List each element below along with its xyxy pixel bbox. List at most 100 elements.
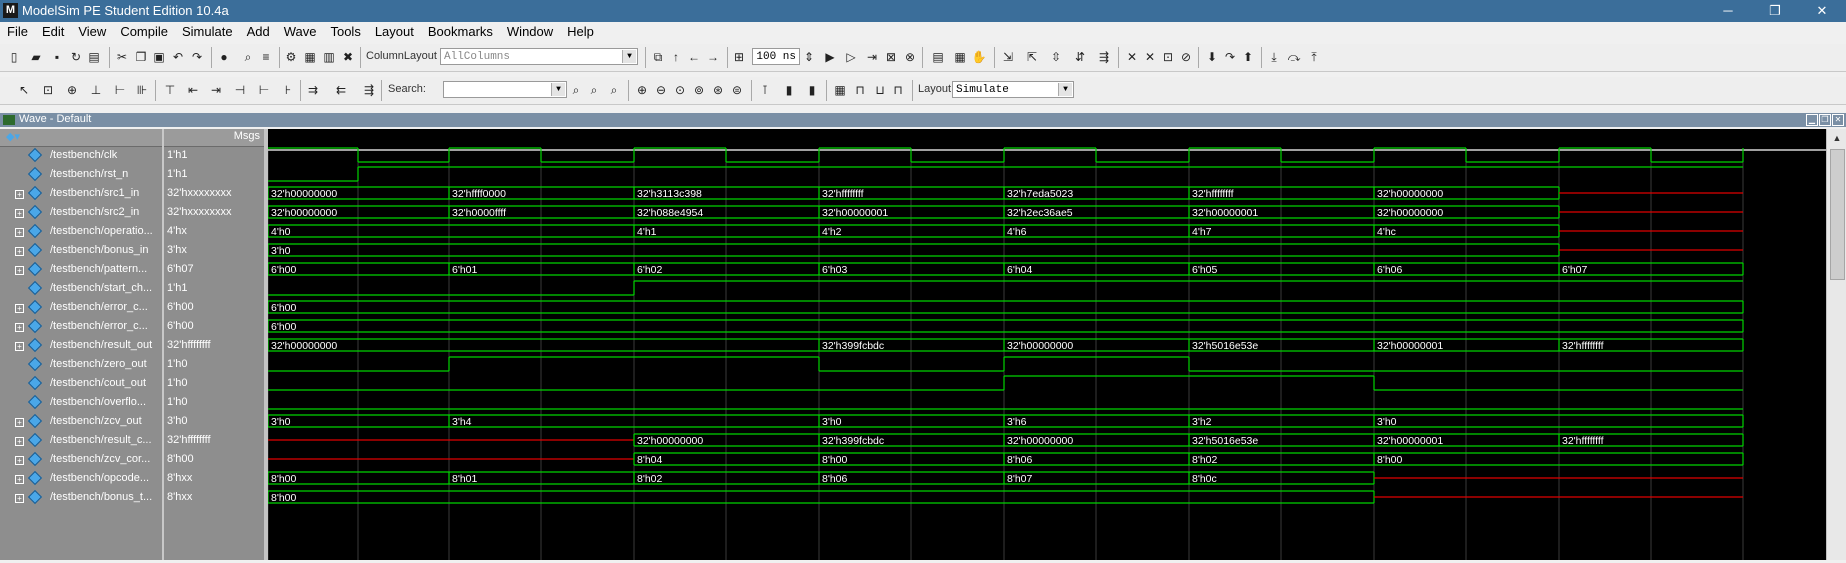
edge-prev-icon[interactable]: ⇤ (185, 82, 201, 98)
zoom-full-icon[interactable]: ⊙ (672, 82, 688, 98)
layout-select[interactable]: Simulate ▼ (952, 81, 1074, 98)
close-button[interactable]: ✕ (1802, 2, 1842, 20)
format-icon[interactable]: ▦ (832, 82, 848, 98)
edit-mode-icon[interactable]: ⊥ (88, 82, 104, 98)
expand-signal-icon[interactable]: + (15, 494, 24, 503)
expand-signal-icon[interactable]: + (15, 456, 24, 465)
break-icon[interactable]: ✖ (340, 49, 356, 65)
menu-help[interactable]: Help (560, 22, 601, 39)
expand-signal-icon[interactable]: + (15, 323, 24, 332)
signal-value-row[interactable]: 32'hxxxxxxxx (164, 204, 266, 223)
menu-tools[interactable]: Tools (323, 22, 367, 39)
signal-row[interactable]: + /testbench/zcv_cor... (0, 451, 162, 470)
zoom-out-icon[interactable]: ⊖ (653, 82, 669, 98)
step-over-icon[interactable]: ⇱ (1024, 49, 1040, 65)
signal-prev-icon[interactable]: ⊺ (757, 82, 773, 98)
signal-value-row[interactable]: 1'h1 (164, 147, 266, 166)
signal-value-row[interactable]: 1'h0 (164, 375, 266, 394)
search-icon[interactable]: ⌕ (568, 82, 584, 98)
signal-value-row[interactable]: 6'h07 (164, 261, 266, 280)
zoom-range-icon[interactable]: ⊜ (729, 82, 745, 98)
wave-undock-icon[interactable]: ❐ (1819, 114, 1831, 126)
maximize-button[interactable]: ❐ (1755, 2, 1795, 20)
expand-signal-icon[interactable]: + (15, 228, 24, 237)
signal-row[interactable]: + /testbench/src1_in (0, 185, 162, 204)
chevron-down-icon[interactable]: ▼ (551, 83, 565, 96)
signal-next-icon[interactable]: ▮ (804, 82, 820, 98)
spinner-icon[interactable]: ⇕ (801, 49, 817, 65)
chevron-down-icon[interactable]: ▼ (622, 50, 636, 63)
search-input[interactable]: ▼ (443, 81, 567, 98)
stop-wave-icon[interactable]: ⊪ (134, 82, 150, 98)
expand-signal-icon[interactable]: + (15, 418, 24, 427)
signal-row[interactable]: /testbench/rst_n (0, 166, 162, 185)
paste-icon[interactable]: ▣ (151, 49, 167, 65)
signal-row[interactable]: + /testbench/src2_in (0, 204, 162, 223)
signal-row[interactable]: /testbench/cout_out (0, 375, 162, 394)
menu-window[interactable]: Window (500, 22, 560, 39)
signal-value-row[interactable]: 32'hffffffff (164, 432, 266, 451)
signal-row[interactable]: /testbench/zero_out (0, 356, 162, 375)
modelsim-app-icon[interactable]: M (3, 3, 18, 18)
find-icon[interactable]: ⌕ (240, 49, 256, 65)
edge-next-icon[interactable]: ⇥ (208, 82, 224, 98)
signal-row[interactable]: + /testbench/result_out (0, 337, 162, 356)
step-icon[interactable]: ⇲ (1000, 49, 1016, 65)
signal-value-row[interactable]: 8'hxx (164, 470, 266, 489)
signal-value-row[interactable]: 1'h0 (164, 356, 266, 375)
scrollbar-thumb[interactable] (1830, 149, 1845, 280)
compile-all-icon[interactable]: ▦ (302, 49, 318, 65)
run-length-icon[interactable]: ⊞ (731, 49, 747, 65)
step-into-icon[interactable]: ⬇ (1204, 49, 1220, 65)
expand-signal-icon[interactable]: + (15, 266, 24, 275)
copy-icon[interactable]: ❐ (133, 49, 149, 65)
signal-value-row[interactable]: 6'h00 (164, 299, 266, 318)
collapse-icon[interactable]: ≡ (258, 49, 274, 65)
simulate-icon[interactable]: ▥ (321, 49, 337, 65)
menu-layout[interactable]: Layout (368, 22, 421, 39)
signal-row[interactable]: + /testbench/opcode... (0, 470, 162, 489)
insert-cursor-icon[interactable]: ⊤ (162, 82, 178, 98)
zoom-mode-icon[interactable]: ⊡ (40, 82, 56, 98)
delete-all-icon[interactable]: ✕ (1142, 49, 1158, 65)
compile-icon[interactable]: ⚙ (283, 49, 299, 65)
signal-row[interactable]: + /testbench/pattern... (0, 261, 162, 280)
continue-icon[interactable]: ▷ (843, 49, 859, 65)
expand-signal-icon[interactable]: + (15, 475, 24, 484)
clear-icon[interactable]: ⊡ (1160, 49, 1176, 65)
signal-value-row[interactable]: 4'hx (164, 223, 266, 242)
menu-wave[interactable]: Wave (277, 22, 324, 39)
signal-value-row[interactable]: 8'h00 (164, 451, 266, 470)
signal-row[interactable]: /testbench/overflo... (0, 394, 162, 413)
print-icon[interactable]: ▤ (86, 49, 102, 65)
open-folder-icon[interactable]: ▰ (28, 49, 44, 65)
dataflow-mode-icon[interactable]: ⊢ (112, 82, 128, 98)
signal-value-row[interactable]: 1'h1 (164, 280, 266, 299)
signal-value-row[interactable]: 1'h1 (164, 166, 266, 185)
scroll-up-icon[interactable]: ▲ (1831, 133, 1843, 145)
stop-icon[interactable]: ⊗ (902, 49, 918, 65)
menu-view[interactable]: View (71, 22, 113, 39)
signal-row[interactable]: + /testbench/bonus_t... (0, 489, 162, 508)
waveform-panel[interactable]: 32'h00000000 32'hffff0000 32'h3113c398 32'h… (267, 129, 1826, 560)
find-next-icon[interactable]: ⊢ (256, 82, 272, 98)
signal-value-row[interactable]: 32'hffffffff (164, 337, 266, 356)
expand-signal-icon[interactable]: + (15, 437, 24, 446)
expand-icon[interactable]: ⇉ (305, 82, 321, 98)
signal-row[interactable]: + /testbench/result_c... (0, 432, 162, 451)
expand-signal-icon[interactable]: + (15, 190, 24, 199)
step-out-icon[interactable]: ⇳ (1048, 49, 1064, 65)
minimize-button[interactable]: ─ (1708, 2, 1748, 20)
signal-value-row[interactable]: 6'h00 (164, 318, 266, 337)
signal-row[interactable]: /testbench/start_ch... (0, 280, 162, 299)
signal-value-row[interactable]: 8'hxx (164, 489, 266, 508)
wave-format-icon[interactable]: ⊓ (852, 82, 868, 98)
menu-simulate[interactable]: Simulate (175, 22, 240, 39)
step-up-icon[interactable]: ↑ (668, 49, 684, 65)
run-all-icon[interactable]: ⇥ (864, 49, 880, 65)
expand-signal-icon[interactable]: + (15, 247, 24, 256)
rising-edge-icon[interactable]: ⊔ (872, 82, 888, 98)
signal-tree-icon[interactable]: ◆▾ (6, 130, 20, 143)
zoom-in-icon[interactable]: ⊕ (634, 82, 650, 98)
run-length-field[interactable]: 100 ns (752, 48, 800, 65)
